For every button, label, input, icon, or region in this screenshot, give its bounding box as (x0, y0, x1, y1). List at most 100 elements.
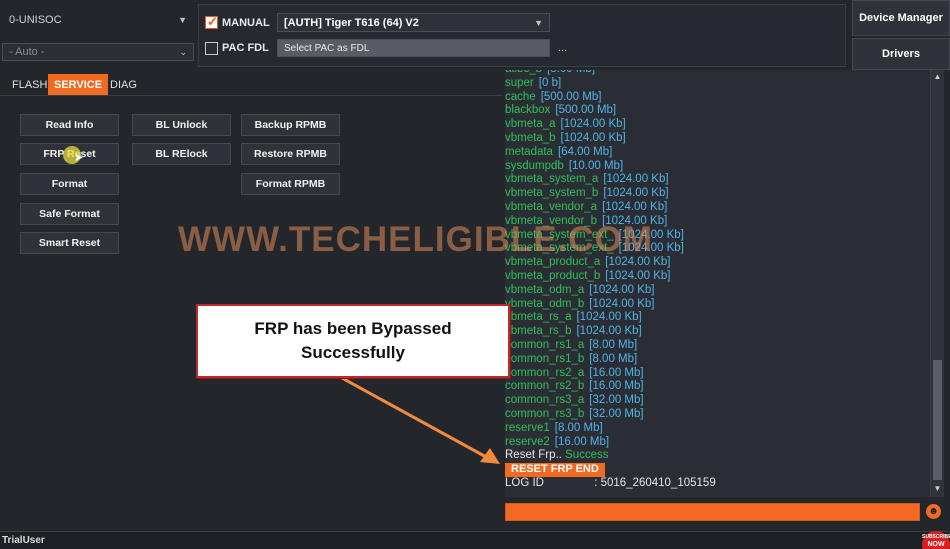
status-user: TrialUser (2, 535, 45, 546)
smart-reset-button[interactable]: Smart Reset (20, 232, 119, 254)
log-partition-name: vbmeta_rs_a (505, 311, 572, 324)
scroll-up-icon[interactable]: ▲ (931, 72, 944, 81)
log-line: super [0 b] (505, 77, 930, 91)
log-partition-size: [32.00 Mb] (589, 407, 644, 420)
subscribe-badge-line1: SUBSCRIBE (922, 534, 950, 540)
log-id-line: LOG ID : 5016_260410_105159 (505, 477, 930, 491)
log-reset-line: Reset Frp.. Success (505, 449, 930, 463)
log-line: vbmeta_product_b [1024.00 Kb] (505, 270, 930, 284)
bl-relock-button[interactable]: BL RElock (132, 143, 231, 165)
format-button[interactable]: Format (20, 173, 119, 195)
auto-combo-value: - Auto - (9, 46, 45, 58)
log-line: reserve2 [16.00 Mb] (505, 436, 930, 450)
log-end-line: RESET FRP END (505, 463, 930, 477)
log-line: common_rs3_b [32.00 Mb] (505, 408, 930, 422)
log-scrollbar[interactable]: ▲ ▼ (930, 70, 944, 497)
log-partition-size: [64.00 Mb] (557, 145, 613, 158)
safe-format-button[interactable]: Safe Format (20, 203, 119, 225)
reset-frp-text: Reset Frp.. (505, 449, 562, 462)
log-line: vbmeta_b [1024.00 Kb] (505, 132, 930, 146)
log-partition-name: reserve2 (505, 435, 550, 448)
log-partition-size: [32.00 Mb] (589, 394, 644, 407)
mouse-pointer-icon: ➤ (74, 152, 84, 164)
log-partition-size: [0 b] (538, 76, 562, 89)
log-line: cache [500.00 Mb] (505, 91, 930, 105)
log-line: blackbox [500.00 Mb] (505, 104, 930, 118)
log-partition-size: [1024.00 Kb] (589, 297, 655, 310)
log-partition-name: vbmeta_product_b (505, 269, 601, 282)
tab-service[interactable]: SERVICE (48, 74, 109, 95)
reset-frp-status: Success (565, 449, 609, 462)
chevron-down-icon: ⌄ (179, 46, 187, 57)
log-line: vbmeta_system_a [1024.00 Kb] (505, 173, 930, 187)
format-rpmb-button[interactable]: Format RPMB (241, 173, 340, 195)
log-partition-name: common_rs3_a (505, 394, 585, 407)
model-combo[interactable]: [AUTH] Tiger T616 (64) V2 ▼ (277, 13, 550, 32)
tab-flash[interactable]: FLASH (6, 74, 53, 95)
auto-combo[interactable]: - Auto - ⌄ (2, 43, 194, 61)
status-bar: TrialUser (0, 531, 950, 549)
drivers-button[interactable]: Drivers (852, 38, 950, 70)
pac-file-field[interactable]: Select PAC as FDL (277, 39, 550, 57)
log-partition-name: sysdumpdb (505, 159, 564, 172)
subscribe-badge-line2: NOW (927, 541, 945, 548)
read-info-button[interactable]: Read Info (20, 114, 119, 136)
smiley-icon[interactable]: ☻ (926, 504, 941, 519)
log-partition-name: super (505, 76, 534, 89)
log-partition-name: vbmeta_odm_a (505, 283, 585, 296)
model-combo-value: [AUTH] Tiger T616 (64) V2 (284, 16, 419, 29)
log-line: vbmeta_vendor_a [1024.00 Kb] (505, 201, 930, 215)
log-partition-size: [500.00 Mb] (555, 104, 617, 117)
log-partition-size: [8.00 Mb] (589, 338, 638, 351)
log-partition-name: common_rs1_a (505, 338, 585, 351)
tab-diag[interactable]: DIAG (104, 74, 143, 95)
pac-fdl-checkbox[interactable] (205, 42, 218, 55)
device-combo-value: 0-UNISOC (9, 14, 62, 26)
callout-line-2: Successfully (301, 343, 405, 362)
device-manager-button[interactable]: Device Manager (852, 0, 950, 36)
log-id-value: : 5016_260410_105159 (594, 476, 716, 489)
log-partition-name: vbmeta_b (505, 131, 556, 144)
scrollbar-thumb[interactable] (933, 360, 942, 480)
manual-checkbox[interactable] (205, 14, 218, 30)
log-partition-name: common_rs3_b (505, 407, 585, 420)
callout-line-1: FRP has been Bypassed (254, 319, 452, 338)
log-line: common_rs3_a [32.00 Mb] (505, 394, 930, 408)
log-partition-size: [16.00 Mb] (589, 366, 644, 379)
log-partition-size: [8.00 Mb] (547, 70, 595, 75)
log-partition-name: metadata (505, 145, 553, 158)
subscribe-badge: SUBSCRIBE NOW (922, 531, 950, 549)
log-line: common_rs2_b [16.00 Mb] (505, 380, 930, 394)
restore-rpmb-button[interactable]: Restore RPMB (241, 143, 340, 165)
log-line: metadata [64.00 Mb] (505, 146, 930, 160)
command-input[interactable] (505, 503, 920, 521)
log-line: vbmeta_odm_b [1024.00 Kb] (505, 298, 930, 312)
bl-unlock-button[interactable]: BL Unlock (132, 114, 231, 136)
log-line: vbmeta_rs_b [1024.00 Kb] (505, 325, 930, 339)
log-partition-name: vbmeta_system_a (505, 173, 599, 186)
log-partition-size: [1024.00 Kb] (603, 173, 669, 186)
log-partition-size: [1024.00 Kb] (605, 269, 671, 282)
log-line: common_rs2_a [16.00 Mb] (505, 367, 930, 381)
log-partition-name: common_rs2_b (505, 380, 585, 393)
log-output[interactable]: atlbc_b [8.00 Mb] super [0 b]cache [500.00 M… (505, 70, 930, 497)
log-line: common_rs1_a [8.00 Mb] (505, 339, 930, 353)
manual-label: MANUAL (222, 17, 270, 29)
log-partition-size: [8.00 Mb] (554, 421, 603, 434)
log-line: reserve1 [8.00 Mb] (505, 422, 930, 436)
pac-browse-button[interactable]: ... (558, 42, 567, 54)
log-partition-size: [16.00 Mb] (589, 380, 644, 393)
log-partition-size: [10.00 Mb] (568, 159, 624, 172)
log-partition-name: vbmeta_system_b (505, 187, 599, 200)
scroll-down-icon[interactable]: ▼ (931, 484, 944, 493)
pac-file-placeholder: Select PAC as FDL (284, 42, 370, 54)
log-line: vbmeta_a [1024.00 Kb] (505, 118, 930, 132)
log-partition-name: blackbox (505, 104, 551, 117)
device-combo[interactable]: 0-UNISOC ▼ (2, 10, 194, 30)
log-partition-size: [1024.00 Kb] (589, 283, 655, 296)
backup-rpmb-button[interactable]: Backup RPMB (241, 114, 340, 136)
log-partition-size: [1024.00 Kb] (576, 325, 642, 338)
log-id-label: LOG ID (505, 476, 544, 489)
log-partition-name: reserve1 (505, 421, 550, 434)
log-partition-size: [1024.00 Kb] (602, 200, 668, 213)
